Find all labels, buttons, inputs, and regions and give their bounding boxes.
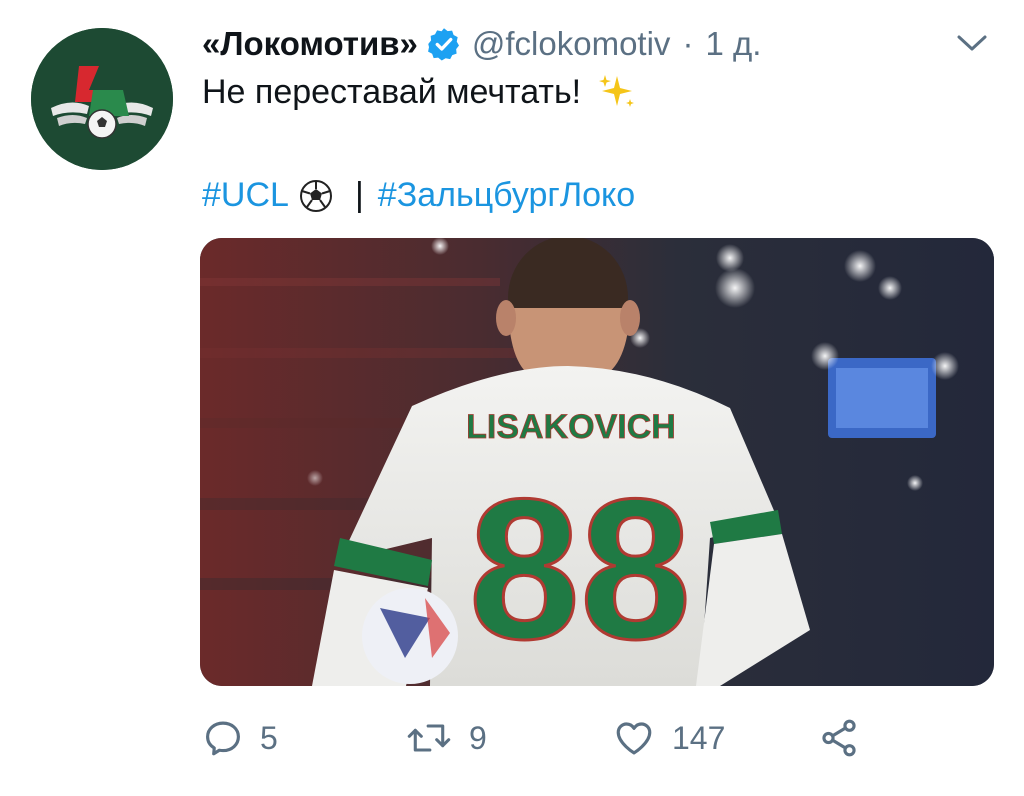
display-name[interactable]: «Локомотив» xyxy=(202,25,418,63)
header-separator: · xyxy=(682,25,694,62)
soccer-ball-emoji-icon xyxy=(299,179,332,212)
shirt-number: 88 xyxy=(469,458,691,681)
user-handle[interactable]: @fclokomotiv xyxy=(472,25,671,63)
tweet-text: Не переставай мечтать! xyxy=(202,72,637,112)
tweet-timestamp[interactable]: 1 д. xyxy=(705,25,761,63)
club-logo xyxy=(31,28,173,170)
tweet-actions: 5 9 147 xyxy=(200,710,900,766)
hashtags: #UCL | #ЗальцбургЛоко xyxy=(202,176,635,215)
tweet-media-photo[interactable]: LISAKOVICH 88 xyxy=(200,238,994,686)
retweet-count: 9 xyxy=(469,719,487,756)
heart-icon xyxy=(616,722,652,755)
retweet-icon xyxy=(407,724,451,752)
share-icon xyxy=(822,719,856,757)
hashtag-ucl[interactable]: #UCL xyxy=(202,176,289,215)
tweet-text-content: Не переставай мечтать! xyxy=(202,72,582,111)
reply-icon xyxy=(206,721,240,756)
share-button[interactable] xyxy=(817,710,877,766)
hashtag-salzburg-loko[interactable]: #ЗальцбургЛоко xyxy=(378,176,635,215)
tweet-card[interactable]: «Локомотив» @fclokomotiv · 1 д. Не перес… xyxy=(0,0,1024,796)
reply-count: 5 xyxy=(260,719,278,756)
like-button[interactable]: 147 xyxy=(612,710,725,766)
verified-badge-icon xyxy=(427,28,459,61)
chevron-down-icon[interactable] xyxy=(954,28,990,58)
avatar[interactable] xyxy=(31,28,173,170)
sparkles-emoji-icon xyxy=(599,75,635,107)
hashtag-separator: | xyxy=(354,176,364,214)
like-count: 147 xyxy=(672,719,726,756)
tweet-header: «Локомотив» @fclokomotiv · 1 д. xyxy=(202,22,761,66)
player-photo: LISAKOVICH 88 xyxy=(200,238,994,686)
retweet-button[interactable]: 9 xyxy=(405,710,487,766)
reply-button[interactable]: 5 xyxy=(202,710,278,766)
shirt-name: LISAKOVICH xyxy=(466,408,676,446)
